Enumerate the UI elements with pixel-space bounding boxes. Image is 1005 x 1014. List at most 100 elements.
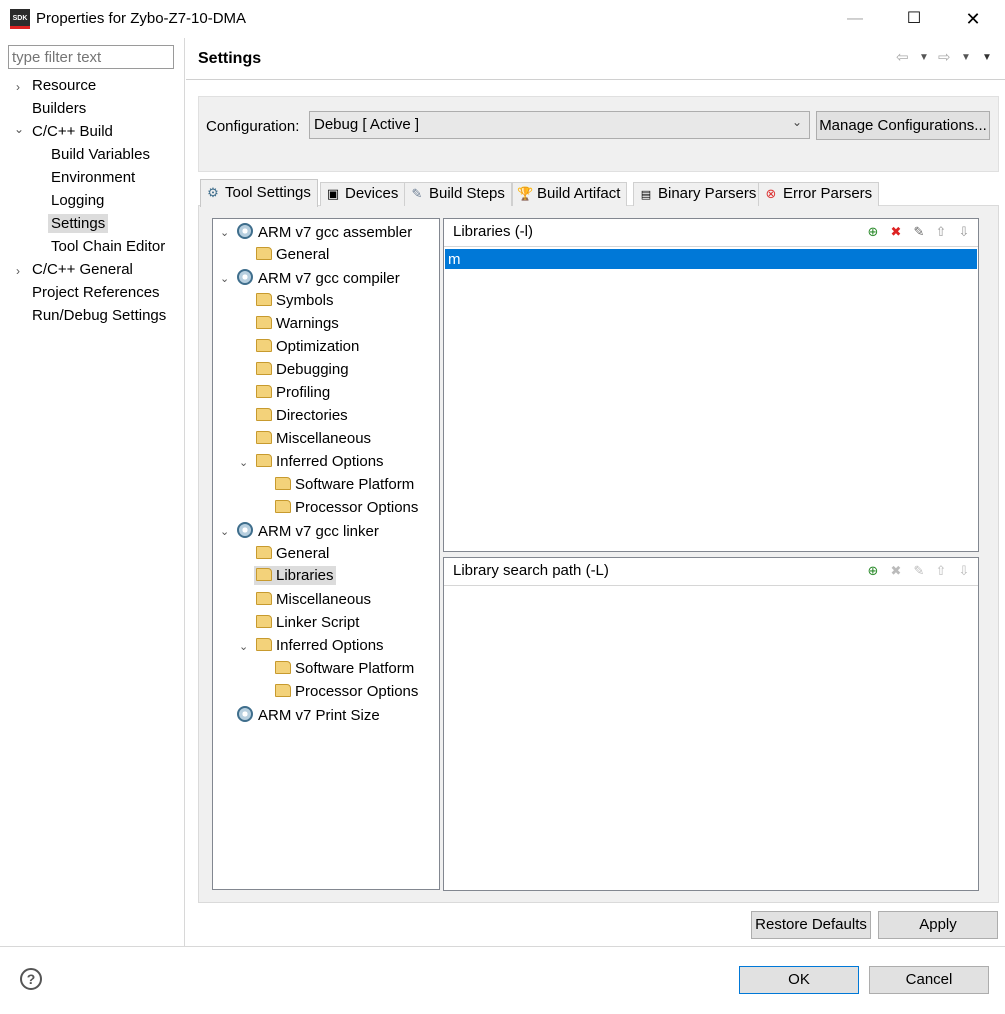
nav-item-build-variables[interactable]: Build Variables — [51, 146, 150, 163]
tree-item-inferred-options[interactable]: Inferred Options — [256, 453, 384, 470]
chip-icon: ▣ — [326, 186, 340, 201]
nav-item-run-debug-settings[interactable]: Run/Debug Settings — [32, 307, 166, 324]
tab-build-artifact[interactable]: 🏆 Build Artifact — [512, 182, 628, 206]
options-folder-icon — [256, 385, 272, 398]
tree-item-linker-inferred-options[interactable]: Inferred Options — [256, 637, 384, 654]
build-steps-icon: ✎ — [411, 186, 423, 201]
add-icon[interactable]: ⊕ — [865, 563, 881, 579]
options-folder-icon — [256, 293, 272, 306]
options-folder-icon — [256, 592, 272, 605]
add-icon[interactable]: ⊕ — [865, 224, 881, 240]
tree-item-debugging[interactable]: Debugging — [256, 361, 349, 378]
minimize-button[interactable]: — — [832, 0, 878, 38]
options-folder-icon — [256, 339, 272, 352]
tree-item-linker-script[interactable]: Linker Script — [256, 614, 359, 631]
tree-item-software-platform[interactable]: Software Platform — [275, 476, 414, 493]
tool-gear-icon — [237, 706, 253, 722]
tab-error-parsers[interactable]: ⊗ Error Parsers — [758, 182, 880, 206]
tree-item-assembler-general[interactable]: General — [256, 246, 329, 263]
tool-gear-icon — [237, 269, 253, 285]
close-button[interactable]: ✕ — [950, 0, 996, 38]
nav-item-environment[interactable]: Environment — [51, 169, 135, 186]
maximize-button[interactable]: ☐ — [891, 0, 937, 38]
tab-tool-settings[interactable]: ⚙ Tool Settings — [200, 179, 318, 207]
nav-item-cpp-general[interactable]: C/C++ General — [32, 261, 133, 278]
tab-binary-parsers[interactable]: ▤ Binary Parsers — [633, 182, 764, 206]
restore-defaults-button[interactable]: Restore Defaults — [751, 911, 871, 939]
tool-gear-icon — [237, 223, 253, 239]
move-down-icon[interactable]: ⇩ — [956, 563, 972, 579]
tree-item-warnings[interactable]: Warnings — [256, 315, 339, 332]
chevron-down-icon[interactable]: ⌄ — [792, 115, 802, 129]
nav-item-project-references[interactable]: Project References — [32, 284, 160, 301]
apply-button[interactable]: Apply — [878, 911, 998, 939]
tree-item-optimization[interactable]: Optimization — [256, 338, 359, 355]
configuration-label: Configuration: — [206, 118, 300, 135]
library-search-path-title: Library search path (-L) — [453, 562, 609, 579]
tree-item-miscellaneous[interactable]: Miscellaneous — [256, 430, 371, 447]
tree-item-linker-miscellaneous[interactable]: Miscellaneous — [256, 591, 371, 608]
options-folder-icon — [275, 477, 291, 490]
forward-arrow-icon[interactable]: ⇨ — [938, 48, 951, 66]
collapse-chevron-icon[interactable]: ⌄ — [239, 640, 248, 653]
nav-item-settings[interactable]: Settings — [48, 214, 109, 233]
ok-button[interactable]: OK — [739, 966, 859, 994]
options-folder-icon — [256, 431, 272, 444]
nav-item-cpp-build[interactable]: C/C++ Build — [32, 123, 113, 140]
delete-icon[interactable]: ✖ — [888, 224, 904, 240]
expand-chevron-icon[interactable]: › — [16, 264, 20, 278]
delete-icon[interactable]: ✖ — [888, 563, 904, 579]
tree-item-linker-general[interactable]: General — [256, 545, 329, 562]
tree-item-arm-print-size[interactable]: ARM v7 Print Size — [237, 706, 380, 724]
tree-item-arm-gcc-compiler[interactable]: ARM v7 gcc compiler — [237, 269, 400, 287]
forward-history-dropdown-icon[interactable]: ▼ — [961, 52, 971, 63]
tree-item-linker-software-platform[interactable]: Software Platform — [275, 660, 414, 677]
tree-item-profiling[interactable]: Profiling — [256, 384, 330, 401]
back-arrow-icon[interactable]: ⇦ — [896, 48, 909, 66]
options-folder-icon — [256, 247, 272, 260]
collapse-chevron-icon[interactable]: ⌄ — [239, 456, 248, 469]
move-up-icon[interactable]: ⇧ — [933, 563, 949, 579]
configuration-select[interactable]: Debug [ Active ] — [309, 111, 810, 139]
nav-item-resource[interactable]: Resource — [32, 77, 96, 94]
collapse-chevron-icon[interactable]: ⌄ — [220, 525, 229, 538]
manage-configurations-button[interactable]: Manage Configurations... — [816, 111, 990, 140]
tree-item-directories[interactable]: Directories — [256, 407, 348, 424]
move-down-icon[interactable]: ⇩ — [956, 224, 972, 240]
edit-icon[interactable]: ✎ — [911, 224, 927, 240]
expand-chevron-icon[interactable]: › — [16, 80, 20, 94]
nav-item-tool-chain-editor[interactable]: Tool Chain Editor — [51, 238, 165, 255]
filter-input[interactable] — [8, 45, 174, 69]
tab-devices[interactable]: ▣ Devices — [320, 182, 406, 206]
tree-item-arm-gcc-linker[interactable]: ARM v7 gcc linker — [237, 522, 379, 540]
nav-item-logging[interactable]: Logging — [51, 192, 104, 209]
window-title: Properties for Zybo-Z7-10-DMA — [36, 10, 247, 27]
libraries-list-title: Libraries (-l) — [453, 223, 534, 240]
options-folder-icon — [275, 661, 291, 674]
sdk-app-icon: SDK — [10, 9, 30, 29]
library-search-path-panel — [443, 557, 979, 891]
cancel-button[interactable]: Cancel — [869, 966, 989, 994]
list-item[interactable]: m — [445, 249, 977, 269]
options-folder-icon — [275, 500, 291, 513]
tree-item-linker-processor-options[interactable]: Processor Options — [275, 683, 418, 700]
collapse-chevron-icon[interactable]: ⌄ — [220, 226, 229, 239]
options-folder-icon — [275, 684, 291, 697]
options-folder-icon — [256, 615, 272, 628]
help-icon[interactable]: ? — [20, 968, 42, 990]
tool-settings-icon: ⚙ — [207, 185, 219, 200]
edit-icon[interactable]: ✎ — [911, 563, 927, 579]
settings-header — [186, 38, 1005, 80]
nav-item-builders[interactable]: Builders — [32, 100, 86, 117]
tree-item-symbols[interactable]: Symbols — [256, 292, 334, 309]
collapse-chevron-icon[interactable]: ⌄ — [220, 272, 229, 285]
move-up-icon[interactable]: ⇧ — [933, 224, 949, 240]
tree-item-processor-options[interactable]: Processor Options — [275, 499, 418, 516]
collapse-chevron-icon[interactable]: ⌄ — [14, 122, 24, 136]
tab-build-steps[interactable]: ✎ Build Steps — [404, 182, 512, 206]
trophy-icon: 🏆 — [517, 186, 534, 201]
tree-item-libraries[interactable]: Libraries — [254, 566, 336, 585]
back-history-dropdown-icon[interactable]: ▼ — [919, 52, 929, 63]
tree-item-arm-gcc-assembler[interactable]: ARM v7 gcc assembler — [237, 223, 412, 241]
view-menu-icon[interactable]: ▼ — [982, 52, 992, 63]
